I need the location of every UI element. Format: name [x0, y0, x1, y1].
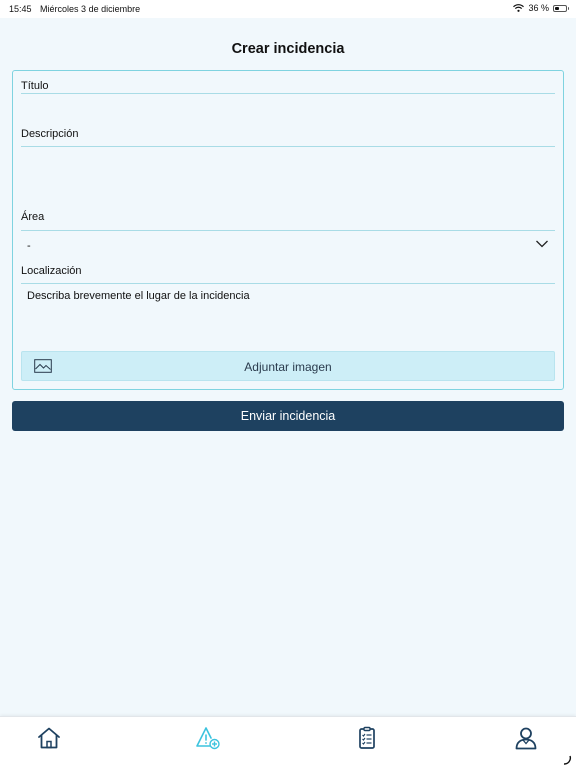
tab-home[interactable] — [36, 725, 62, 751]
status-date: Miércoles 3 de diciembre — [40, 4, 141, 14]
location-textarea[interactable]: Describa brevemente el lugar de la incid… — [27, 290, 250, 302]
description-label: Descripción — [21, 128, 79, 140]
attach-image-label: Adjuntar imagen — [244, 360, 332, 374]
status-right: 36 % — [513, 3, 569, 13]
clipboard-list-icon — [359, 726, 375, 749]
home-icon — [38, 727, 60, 749]
title-input[interactable] — [21, 93, 555, 94]
tab-bar — [0, 716, 576, 768]
submit-incident-button[interactable]: Enviar incidencia — [12, 401, 564, 431]
tab-create-incident[interactable] — [195, 725, 221, 751]
location-label: Localización — [21, 265, 82, 277]
loading-arc-icon — [563, 755, 572, 765]
chevron-down-icon[interactable] — [535, 239, 549, 249]
tab-profile[interactable] — [513, 725, 539, 751]
status-bar: 15:45 Miércoles 3 de diciembre 36 % — [0, 0, 576, 18]
title-label: Título — [21, 80, 49, 92]
user-profile-icon — [515, 727, 537, 750]
battery-percent: 36 % — [528, 3, 549, 13]
attach-image-button[interactable]: Adjuntar imagen — [21, 351, 555, 381]
area-label: Área — [21, 211, 45, 223]
page-title: Crear incidencia — [231, 41, 345, 57]
description-input[interactable] — [21, 146, 555, 147]
area-select-value[interactable]: - — [27, 240, 31, 252]
battery-fill — [555, 6, 559, 10]
battery-icon — [553, 4, 569, 12]
tab-incident-list[interactable] — [354, 725, 380, 751]
wifi-icon — [513, 4, 525, 12]
status-time: 15:45 — [9, 4, 32, 14]
location-divider — [21, 283, 555, 284]
area-divider — [21, 230, 555, 231]
incident-form: Título Descripción Área - Localización D… — [12, 70, 564, 390]
create-incident-icon — [196, 727, 220, 750]
status-left: 15:45 Miércoles 3 de diciembre — [9, 4, 140, 14]
app-screen: 15:45 Miércoles 3 de diciembre 36 % Crea… — [0, 0, 576, 768]
